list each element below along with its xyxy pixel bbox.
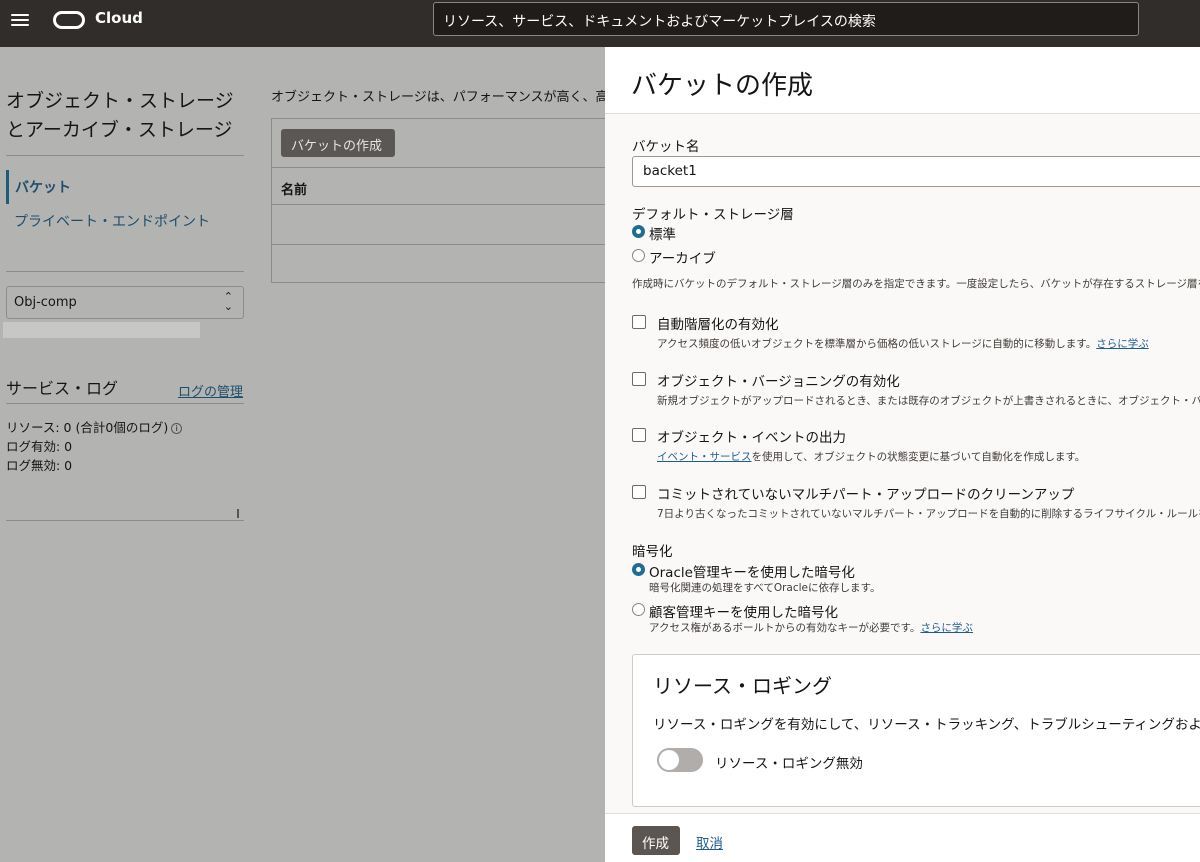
encryption-oracle-radio[interactable]	[632, 563, 645, 576]
events-checkbox[interactable]	[632, 428, 646, 442]
encryption-customer-radio[interactable]	[632, 603, 645, 616]
encryption-customer-label[interactable]: 顧客管理キーを使用した暗号化	[649, 601, 838, 621]
top-navigation-bar: Cloud リソース、サービス、ドキュメントおよびマーケットプレイスの検索	[0, 0, 1200, 47]
storage-tier-help: 作成時にバケットのデフォルト・ストレージ層のみを指定できます。一度設定したら、バ…	[632, 278, 1200, 290]
divider	[6, 403, 244, 404]
compartment-value: Obj-comp	[14, 295, 77, 310]
create-bucket-button[interactable]: バケットの作成	[281, 129, 395, 157]
search-input[interactable]: リソース、サービス、ドキュメントおよびマーケットプレイスの検索	[433, 2, 1139, 36]
auto-tiering-checkbox[interactable]	[632, 315, 646, 329]
hamburger-menu-icon[interactable]	[10, 11, 30, 29]
encryption-oracle-help: 暗号化関連の処理をすべてOracleに依存します。	[649, 582, 881, 594]
events-help: イベント・サービスを使用して、オブジェクトの状態変更に基づいて自動化を作成します…	[657, 449, 1085, 464]
encryption-oracle-label[interactable]: Oracle管理キーを使用した暗号化	[649, 561, 855, 581]
scroll-handle[interactable]	[237, 509, 239, 518]
sidebar-item-private-endpoints[interactable]: プライベート・エンドポイント	[14, 211, 210, 231]
auto-tiering-label[interactable]: 自動階層化の有効化	[657, 313, 779, 333]
storage-tier-label: デフォルト・ストレージ層	[632, 207, 794, 223]
create-button[interactable]: 作成	[632, 826, 680, 855]
events-service-link[interactable]: イベント・サービス	[657, 451, 752, 463]
auto-tiering-learn-more-link[interactable]: さらに学ぶ	[1096, 338, 1149, 350]
sidebar-title: オブジェクト・ストレージとアーカイブ・ストレージ	[6, 90, 234, 141]
oracle-logo-icon[interactable]	[53, 11, 85, 29]
encryption-learn-more-link[interactable]: さらに学ぶ	[920, 622, 973, 634]
encryption-customer-help: アクセス権があるボールトからの有効なキーが必要です。さらに学ぶ	[649, 620, 973, 635]
logs-enabled-count: ログ有効: 0	[6, 439, 73, 454]
multipart-cleanup-checkbox[interactable]	[632, 485, 646, 499]
versioning-label[interactable]: オブジェクト・バージョニングの有効化	[657, 370, 900, 390]
page-description: オブジェクト・ストレージは、パフォーマンスが高く、高	[271, 90, 605, 105]
storage-tier-standard-radio[interactable]	[632, 225, 645, 238]
sidebar-item-buckets[interactable]: バケット	[6, 170, 236, 204]
resource-logging-section: リソース・ロギング リソース・ロギングを有効にして、リソース・トラッキング、トラ…	[632, 654, 1200, 807]
storage-tier-standard-label[interactable]: 標準	[649, 223, 676, 243]
resource-logging-toggle[interactable]	[657, 748, 703, 772]
toggle-knob	[659, 750, 679, 770]
storage-tier-archive-label[interactable]: アーカイブ	[649, 247, 716, 267]
resources-count: リソース: 0 (合計0個のログ)	[6, 420, 169, 435]
brand-label[interactable]: Cloud	[95, 9, 143, 27]
events-help-text: を使用して、オブジェクトの状態変更に基づいて自動化を作成します。	[751, 451, 1086, 463]
table-row	[271, 244, 605, 245]
divider	[6, 155, 244, 156]
resource-logging-title: リソース・ロギング	[653, 674, 832, 698]
service-logs-title: サービス・ログ	[6, 379, 119, 398]
encryption-label: 暗号化	[632, 544, 673, 560]
multipart-cleanup-help: 7日より古くなったコミットされていないマルチパート・アップロードを自動的に削除す…	[657, 508, 1200, 520]
auto-tiering-help-text: アクセス頻度の低いオブジェクトを標準層から価格の低いストレージに自動的に移動しま…	[657, 338, 1097, 350]
encryption-customer-help-text: アクセス権があるボールトからの有効なキーが必要です。	[649, 622, 921, 634]
chevron-updown-icon: ⌃ ⌄	[223, 290, 233, 313]
resource-logging-toggle-label: リソース・ロギング無効	[715, 756, 863, 772]
create-bucket-panel: バケットの作成 バケット名 backet1 デフォルト・ストレージ層 標準 アー…	[605, 47, 1200, 862]
column-header-name[interactable]: 名前	[271, 167, 605, 205]
resource-logging-description: リソース・ロギングを有効にして、リソース・トラッキング、トラブルシューティングお…	[653, 717, 1200, 733]
info-icon[interactable]: i	[171, 423, 183, 434]
cancel-link[interactable]: 取消	[696, 832, 723, 852]
multipart-cleanup-label[interactable]: コミットされていないマルチパート・アップロードのクリーンアップ	[657, 483, 1074, 503]
panel-title: バケットの作成	[631, 71, 814, 101]
compartment-select[interactable]: Obj-comp ⌃ ⌄	[6, 286, 244, 319]
events-label[interactable]: オブジェクト・イベントの出力	[657, 426, 846, 446]
compartment-path	[3, 322, 200, 338]
versioning-checkbox[interactable]	[632, 372, 646, 386]
auto-tiering-help: アクセス頻度の低いオブジェクトを標準層から価格の低いストレージに自動的に移動しま…	[657, 336, 1149, 351]
divider	[6, 271, 244, 272]
bucket-name-input[interactable]: backet1	[632, 156, 1200, 187]
bucket-name-label: バケット名	[632, 139, 700, 155]
storage-tier-archive-radio[interactable]	[632, 249, 645, 262]
manage-logs-link[interactable]: ログの管理	[178, 381, 243, 400]
service-logs-resources: リソース: 0 (合計0個のログ) i	[6, 417, 183, 436]
panel-header: バケットの作成	[605, 47, 1200, 114]
logs-disabled-count: ログ無効: 0	[6, 458, 73, 473]
panel-footer: 作成 取消	[605, 813, 1200, 862]
versioning-help: 新規オブジェクトがアップロードされるとき、または既存のオブジェクトが上書きされる…	[657, 395, 1200, 407]
divider	[6, 520, 244, 521]
